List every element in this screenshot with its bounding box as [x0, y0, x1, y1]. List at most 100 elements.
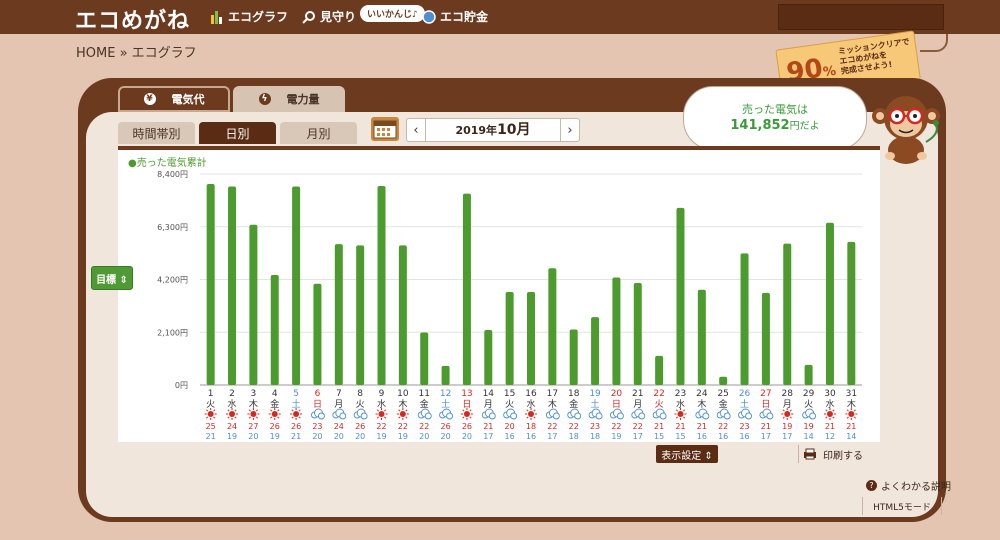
day-label: 21: [632, 389, 643, 399]
weekday-label: 日: [761, 399, 770, 410]
bar: [591, 317, 600, 385]
subtab-monthly[interactable]: 月別: [280, 122, 357, 144]
user-info-box[interactable]: [778, 4, 944, 30]
high-temp-label: 24: [334, 422, 344, 431]
cloud-icon: [588, 408, 603, 420]
prev-month-button[interactable]: ‹: [407, 119, 426, 141]
bar: [377, 186, 386, 385]
low-temp-label: 19: [270, 432, 280, 441]
bar-chart-icon: [211, 10, 222, 24]
series-label: ●売った電気累計: [128, 156, 207, 169]
high-temp-label: 26: [291, 422, 301, 431]
sun-icon: [268, 408, 281, 420]
top-navigation-bar: エコめがね エコグラフ 見守り いいかんじ♪ エコ貯金: [0, 0, 1000, 34]
sun-icon: [525, 408, 537, 420]
weekday-label: 月: [334, 399, 343, 410]
day-label: 14: [483, 389, 495, 399]
low-temp-label: 14: [804, 432, 814, 441]
bar: [612, 277, 621, 385]
app-logo[interactable]: エコめがね: [75, 3, 190, 35]
weekday-label: 金: [719, 398, 728, 410]
speech-bubble: 売った電気は 141,852円だよ: [683, 86, 867, 150]
day-label: 6: [315, 389, 321, 399]
nav-eco-graph-label: エコグラフ: [228, 10, 289, 24]
weekday-label: 日: [313, 399, 322, 410]
cloud-icon: [802, 408, 817, 420]
calendar-icon-graphic: [373, 120, 397, 139]
cloud-icon: [716, 408, 731, 420]
breadcrumb[interactable]: HOME » エコグラフ: [76, 42, 197, 61]
cloud-icon: [631, 408, 646, 420]
weekday-label: 日: [612, 399, 621, 410]
bar: [292, 186, 301, 385]
bar: [761, 292, 770, 385]
low-temp-label: 20: [419, 432, 429, 441]
y-tick-label: 4,200円: [157, 276, 188, 285]
high-temp-label: 21: [697, 422, 707, 431]
low-temp-label: 19: [227, 432, 237, 441]
bar: [398, 245, 407, 385]
help-link[interactable]: ? よくわかる説明: [866, 478, 951, 493]
low-temp-label: 16: [739, 432, 749, 441]
month-selector: ‹ 2019年10月 ›: [406, 118, 580, 142]
high-temp-label: 27: [248, 422, 258, 431]
display-settings-button[interactable]: 表示設定 ⇕: [656, 445, 718, 463]
day-label: 2: [229, 389, 235, 399]
high-temp-label: 21: [675, 422, 685, 431]
cloud-icon: [759, 408, 774, 420]
day-label: 9: [379, 389, 385, 399]
y-tick-label: 0円: [175, 381, 188, 390]
nav-eco-graph[interactable]: エコグラフ: [210, 8, 288, 25]
low-temp-label: 17: [633, 432, 643, 441]
weekday-label: 月: [633, 399, 642, 410]
nav-mimamori[interactable]: 見守り: [302, 8, 356, 25]
sun-icon: [226, 408, 239, 420]
high-temp-label: 23: [739, 422, 749, 431]
day-label: 20: [611, 389, 623, 399]
daily-sales-bar-chart: ●売った電気累計0円2,100円4,200円6,300円8,400円1火2521…: [128, 156, 862, 441]
coin-icon: [422, 9, 436, 24]
calendar-icon[interactable]: [371, 117, 399, 141]
next-month-button[interactable]: ›: [560, 119, 579, 141]
weekday-label: 月: [484, 399, 493, 410]
low-temp-label: 19: [611, 432, 621, 441]
high-temp-label: 21: [483, 422, 493, 431]
subtab-hourly[interactable]: 時間帯別: [118, 122, 195, 144]
chart-area: ●売った電気累計 0円 2,100円 4,200円 6,300円 8,400円 1 火 25 21…: [118, 146, 880, 442]
bar: [825, 222, 834, 385]
question-icon: ?: [866, 480, 877, 491]
day-label: 23: [675, 389, 686, 399]
high-temp-label: 21: [846, 422, 856, 431]
low-temp-label: 18: [569, 432, 579, 441]
weekday-label: 土: [740, 398, 749, 410]
current-month-label: 2019年10月: [455, 122, 531, 138]
print-button[interactable]: 印刷する: [798, 445, 867, 463]
bar: [334, 244, 343, 385]
cloud-icon: [439, 408, 454, 420]
day-label: 24: [696, 389, 708, 399]
nav-eco-savings[interactable]: エコ貯金: [422, 8, 488, 25]
weekday-label: 金: [569, 398, 578, 410]
low-temp-label: 12: [825, 432, 835, 441]
low-temp-label: 17: [547, 432, 557, 441]
high-temp-label: 22: [611, 422, 621, 431]
day-label: 26: [739, 389, 751, 399]
print-button-label: 印刷する: [823, 450, 863, 462]
low-temp-label: 20: [440, 432, 450, 441]
magnifier-icon: [302, 10, 315, 24]
html5-mode-button[interactable]: HTML5モード: [862, 497, 942, 515]
bar: [270, 274, 279, 385]
sun-icon: [290, 408, 303, 420]
sun-icon: [845, 408, 858, 420]
subtab-daily[interactable]: 日別: [199, 122, 276, 144]
tab-electricity-amount[interactable]: ϟ 電力量: [233, 86, 345, 112]
low-temp-label: 17: [782, 432, 792, 441]
goal-button[interactable]: 目標 ⇕: [91, 266, 133, 290]
tab-electricity-cost[interactable]: ¥ 電気代: [118, 86, 230, 112]
high-temp-label: 22: [398, 422, 408, 431]
sun-icon: [823, 408, 836, 420]
bar: [740, 253, 749, 385]
high-temp-label: 22: [419, 422, 429, 431]
bar: [633, 283, 642, 385]
day-label: 28: [782, 389, 794, 399]
